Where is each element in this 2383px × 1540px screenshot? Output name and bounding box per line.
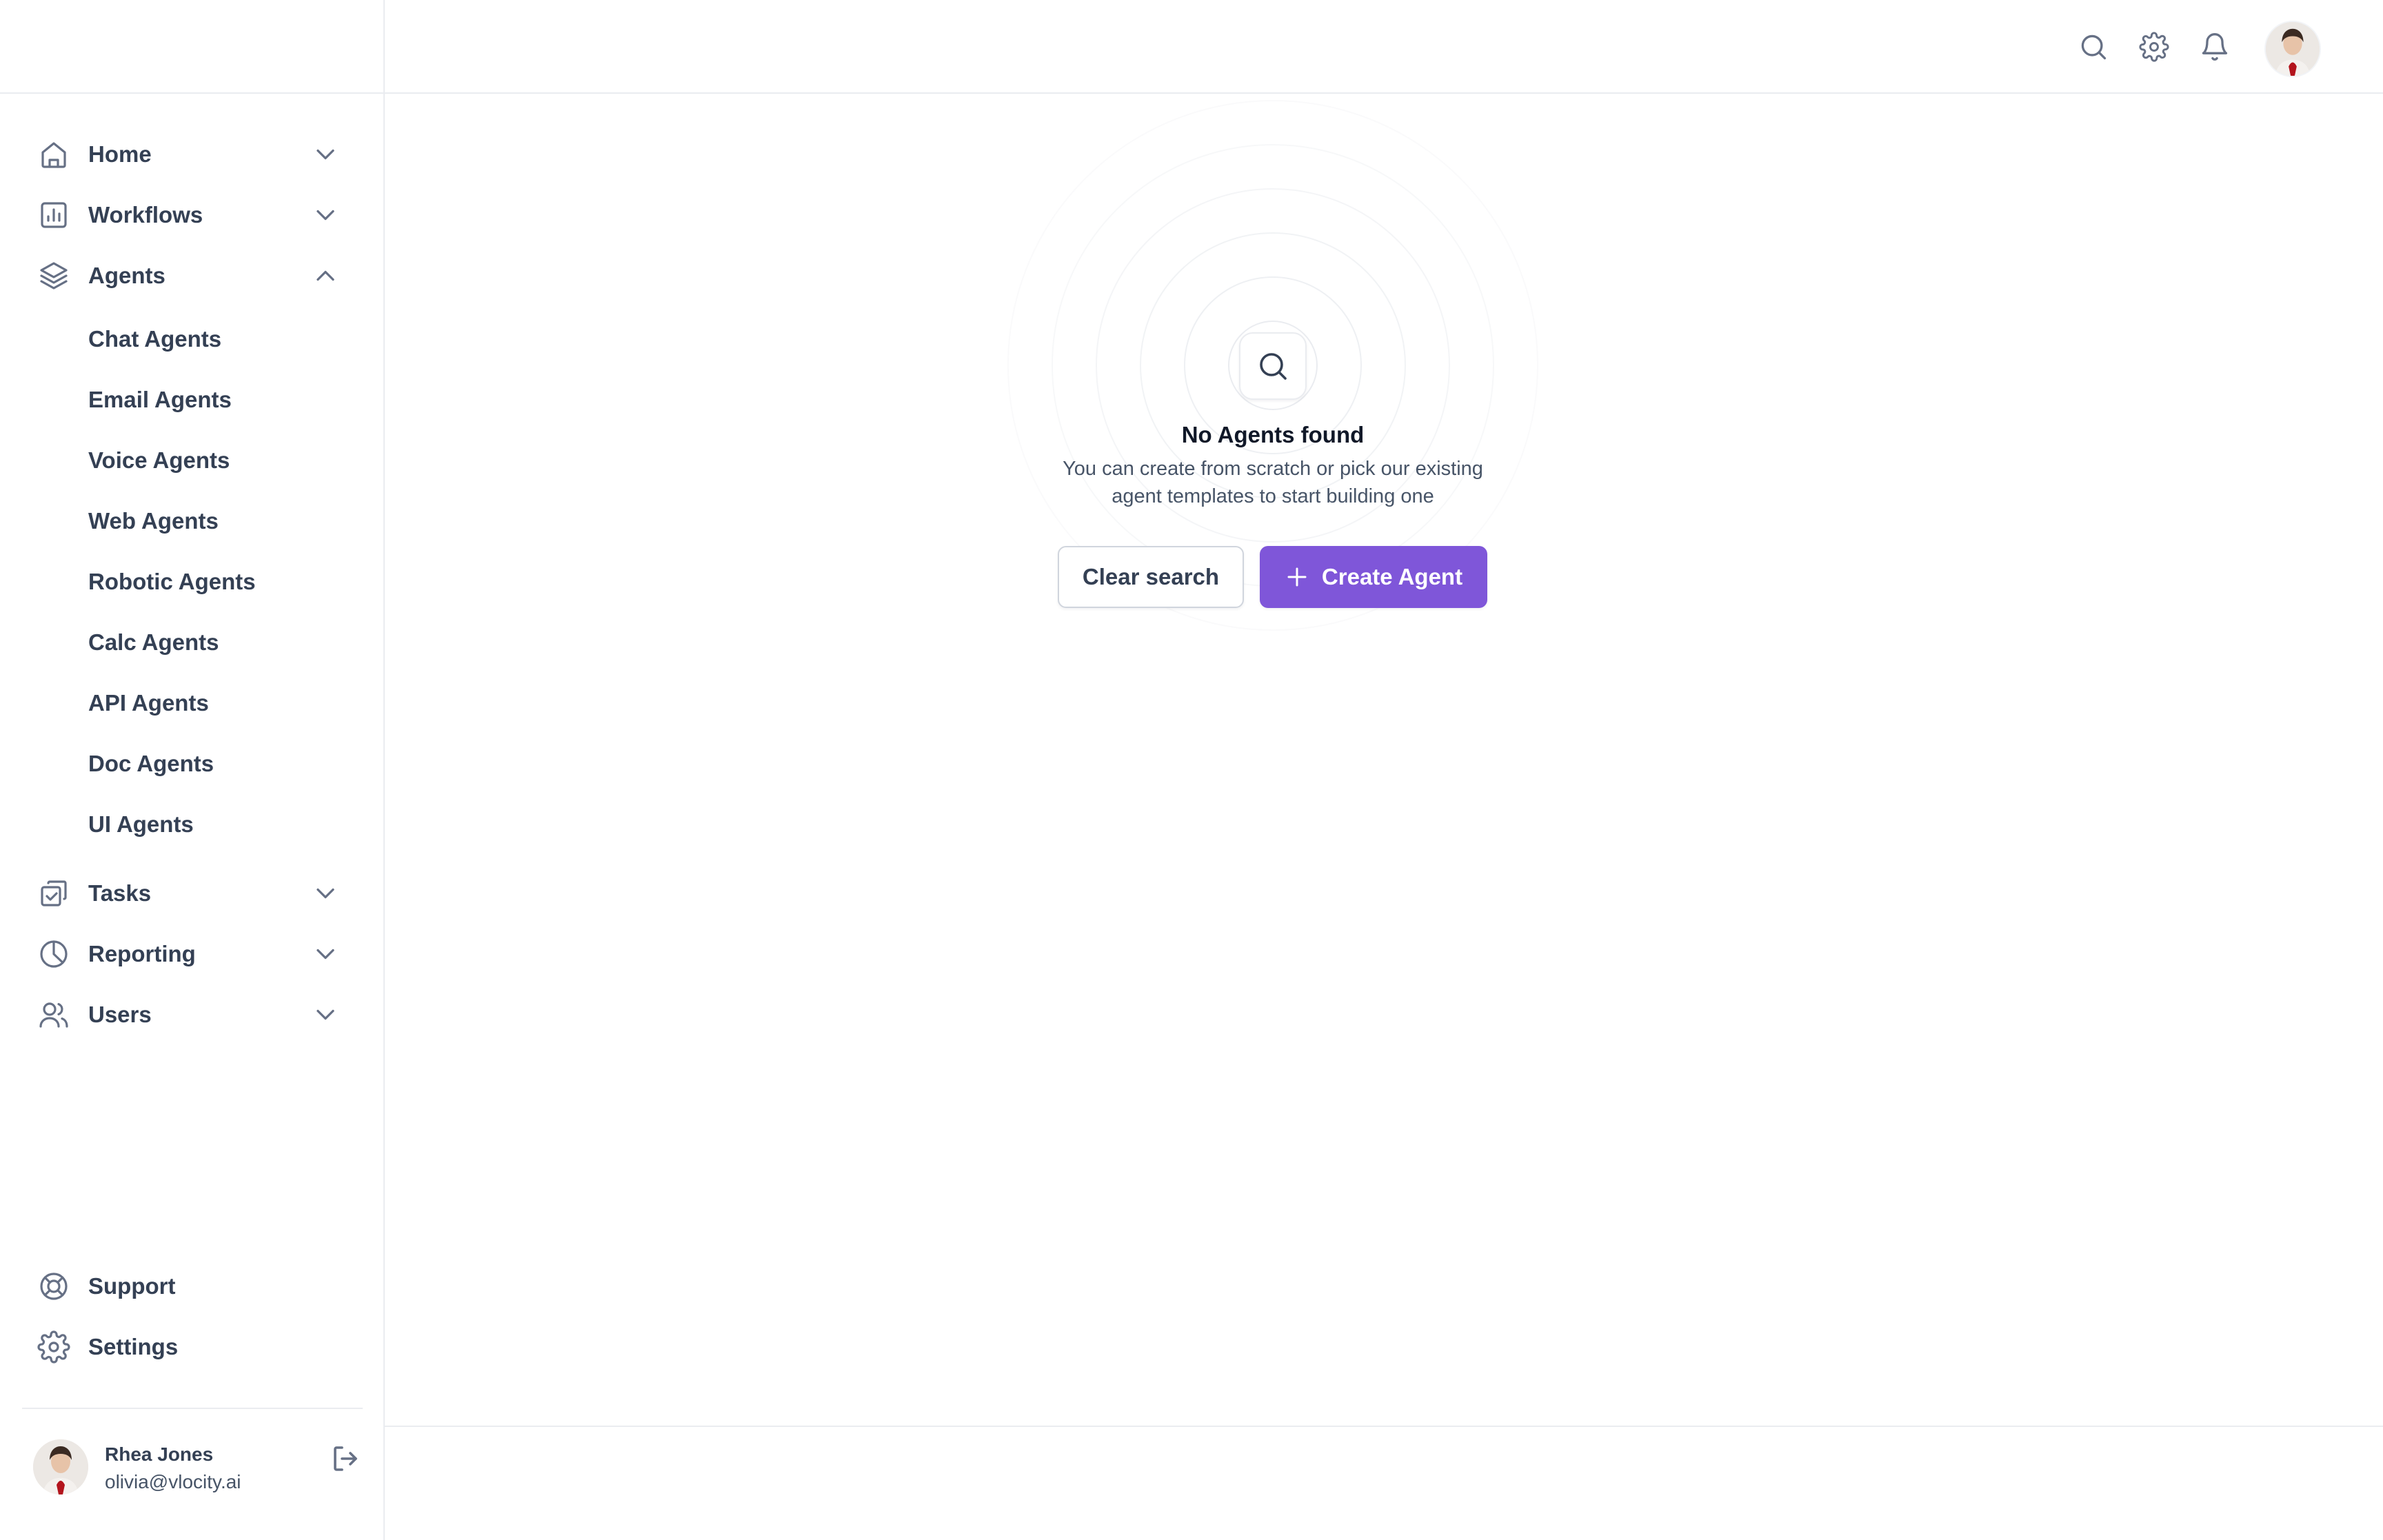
sidebar-item-workflows[interactable]: Workflows <box>22 185 360 245</box>
sidebar-item-label: Home <box>88 141 152 167</box>
user-email: olivia@vlocity.ai <box>105 1471 241 1492</box>
main-nav: Home Workflows Agents Chat Agents Email … <box>22 124 360 1045</box>
bar-chart-icon <box>37 199 70 232</box>
empty-state: No Agents found You can create from scra… <box>896 90 1649 682</box>
sidebar-subitem-email-agents[interactable]: Email Agents <box>22 369 360 430</box>
sidebar-item-reporting[interactable]: Reporting <box>22 924 360 984</box>
sidebar-item-support[interactable]: Support <box>22 1256 360 1317</box>
sidebar-subitem-doc-agents[interactable]: Doc Agents <box>22 733 360 794</box>
avatar[interactable] <box>2264 21 2321 77</box>
user-name: Rhea Jones <box>105 1443 214 1465</box>
empty-state-description: You can create from scratch or pick our … <box>1032 455 1514 510</box>
sidebar-item-label: Settings <box>88 1334 179 1359</box>
top-bar <box>385 0 2383 94</box>
sidebar-item-label: Tasks <box>88 880 152 906</box>
sidebar-item-settings[interactable]: Settings <box>22 1317 360 1377</box>
sidebar-subitem-chat-agents[interactable]: Chat Agents <box>22 309 360 369</box>
sidebar-subitem-api-agents[interactable]: API Agents <box>22 673 360 733</box>
logout-icon[interactable] <box>330 1442 363 1475</box>
agents-submenu: Chat Agents Email Agents Voice Agents We… <box>22 309 360 855</box>
sidebar-item-users[interactable]: Users <box>22 984 360 1045</box>
sidebar-subitem-ui-agents[interactable]: UI Agents <box>22 794 360 855</box>
empty-state-title: No Agents found <box>1181 422 1365 447</box>
sidebar-subitem-web-agents[interactable]: Web Agents <box>22 491 360 551</box>
sidebar-subitem-voice-agents[interactable]: Voice Agents <box>22 430 360 491</box>
chevron-down-icon <box>310 939 341 969</box>
pie-chart-icon <box>37 938 70 971</box>
plus-icon <box>1285 565 1309 589</box>
chevron-down-icon <box>310 139 341 170</box>
sidebar-item-label: Support <box>88 1273 176 1299</box>
life-buoy-icon <box>37 1270 70 1303</box>
home-icon <box>37 138 70 171</box>
footer-divider <box>385 1426 2383 1427</box>
create-agent-button[interactable]: Create Agent <box>1260 546 1487 608</box>
check-copy-icon <box>37 877 70 910</box>
sidebar-item-tasks[interactable]: Tasks <box>22 863 360 924</box>
sidebar: Home Workflows Agents Chat Agents Email … <box>0 0 385 1540</box>
chevron-up-icon <box>310 261 341 291</box>
sidebar-item-label: Workflows <box>88 202 203 227</box>
chevron-down-icon <box>310 200 341 230</box>
layers-icon <box>37 259 70 292</box>
gear-icon[interactable] <box>2139 32 2169 62</box>
user-card: Rhea Jones olivia@vlocity.ai <box>33 1438 363 1500</box>
chevron-down-icon <box>310 1000 341 1030</box>
chevron-down-icon <box>310 878 341 909</box>
gear-icon <box>37 1330 70 1364</box>
sidebar-item-label: Users <box>88 1002 152 1027</box>
sidebar-subitem-robotic-agents[interactable]: Robotic Agents <box>22 551 360 612</box>
sidebar-header <box>0 0 383 94</box>
secondary-nav: Support Settings <box>22 1256 360 1377</box>
sidebar-subitem-calc-agents[interactable]: Calc Agents <box>22 612 360 673</box>
divider <box>22 1408 363 1409</box>
sidebar-item-agents[interactable]: Agents <box>22 245 360 306</box>
empty-state-description-line: You can create from scratch or pick our … <box>1063 458 1483 480</box>
sidebar-item-label: Agents <box>88 263 165 288</box>
bell-icon[interactable] <box>2200 32 2230 62</box>
users-icon <box>37 998 70 1031</box>
create-agent-label: Create Agent <box>1321 564 1463 589</box>
search-icon[interactable] <box>2078 32 2109 62</box>
empty-state-description-line: agent templates to start building one <box>1112 485 1434 507</box>
featured-search-icon <box>1239 332 1307 400</box>
sidebar-item-home[interactable]: Home <box>22 124 360 185</box>
avatar[interactable] <box>33 1439 88 1495</box>
sidebar-item-label: Reporting <box>88 941 196 966</box>
clear-search-button[interactable]: Clear search <box>1058 546 1244 608</box>
app-root: Home Workflows Agents Chat Agents Email … <box>0 0 2383 1540</box>
